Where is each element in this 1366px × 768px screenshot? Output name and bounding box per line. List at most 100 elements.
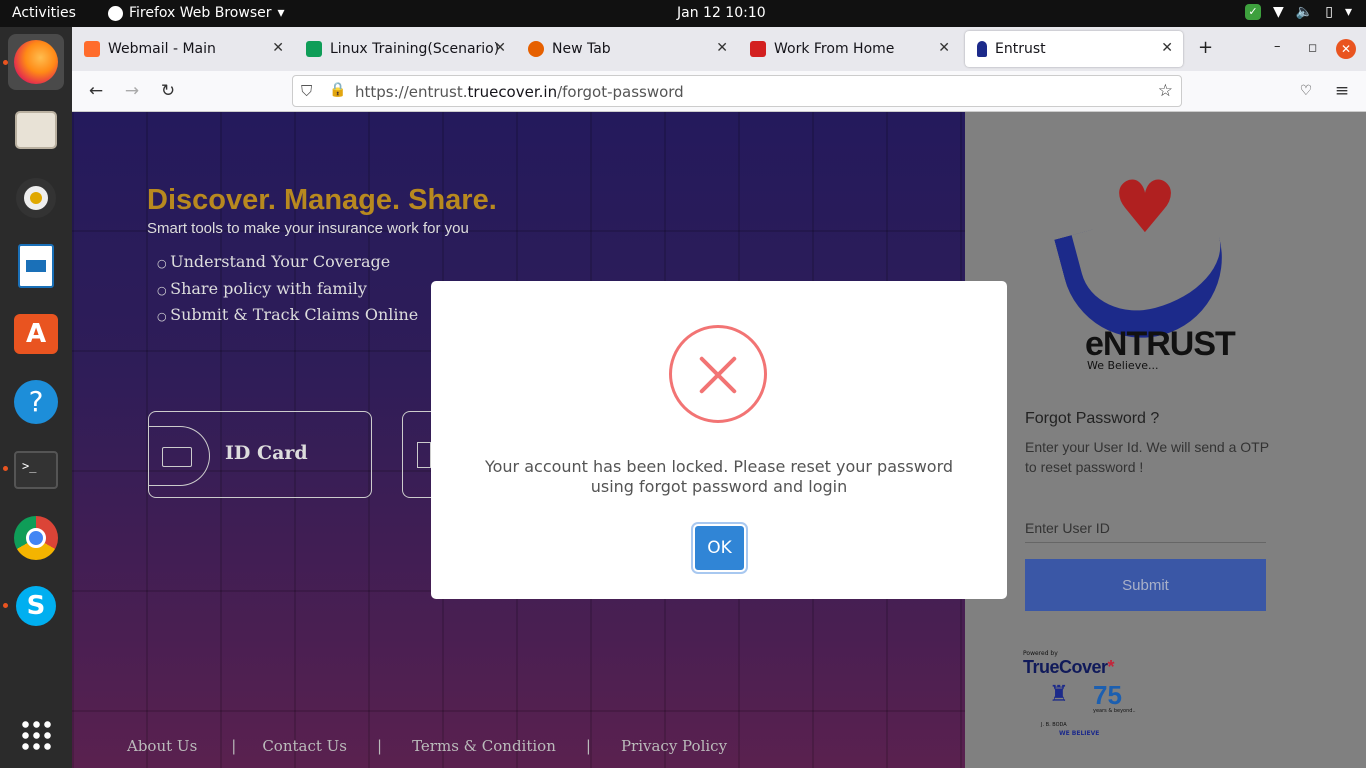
- update-shield-icon[interactable]: ✓: [1245, 4, 1262, 20]
- show-applications-button[interactable]: [8, 707, 64, 763]
- footer-links: About Us | Contact Us | Terms & Conditio…: [127, 737, 727, 755]
- tab-bar: Webmail - Main ✕ Linux Training(Scenario…: [72, 27, 1366, 71]
- contact-us-link[interactable]: Contact Us: [262, 737, 347, 755]
- dock-writer[interactable]: [8, 238, 64, 294]
- dock-skype[interactable]: S: [8, 578, 64, 634]
- id-card-icon: [148, 426, 210, 486]
- reload-button[interactable]: ↻: [156, 79, 180, 103]
- app-menu[interactable]: Firefox Web Browser ▾: [108, 5, 285, 21]
- forgot-password-panel: ♥ eNTRUST We Believe... Forgot Password …: [965, 112, 1366, 768]
- alert-message: Your account has been locked. Please res…: [484, 457, 954, 496]
- dock-rhythmbox[interactable]: [8, 170, 64, 226]
- maximize-button[interactable]: ◻: [1308, 41, 1317, 54]
- web-page: Discover. Manage. Share. Smart tools to …: [72, 112, 1366, 768]
- emblem-icon: ♜: [1049, 682, 1069, 707]
- dock-software[interactable]: A: [8, 306, 64, 362]
- activities-button[interactable]: Activities: [12, 5, 76, 21]
- clock[interactable]: Jan 12 10:10: [677, 5, 766, 21]
- lock-icon[interactable]: 🔒: [329, 82, 346, 98]
- navigation-toolbar: ← → ↻ ⛉ 🔒 https://entrust.truecover.in/f…: [72, 71, 1366, 112]
- list-item: Submit & Track Claims Online: [157, 305, 418, 332]
- tracking-shield-icon[interactable]: ⛉: [301, 82, 312, 100]
- dock-terminal[interactable]: >_: [8, 442, 64, 498]
- dock-files[interactable]: [8, 102, 64, 158]
- dock-firefox[interactable]: [8, 34, 64, 90]
- tab-label: New Tab: [552, 41, 611, 57]
- tab-work-from-home[interactable]: Work From Home ✕: [738, 31, 960, 67]
- entrust-logo: ♥ eNTRUST We Believe...: [1054, 165, 1240, 372]
- powered-by-label: Powered by: [1023, 650, 1058, 657]
- folder-icon: [15, 111, 57, 149]
- firefox-icon: [528, 41, 544, 57]
- tab-webmail[interactable]: Webmail - Main ✕: [72, 31, 294, 67]
- firefox-icon: [14, 40, 58, 84]
- entrust-icon: [977, 41, 987, 57]
- tab-label: Webmail - Main: [108, 41, 216, 57]
- grid-icon: [417, 442, 431, 468]
- card-label: ID Card: [225, 442, 308, 464]
- feature-list: Understand Your Coverage Share policy wi…: [157, 252, 418, 332]
- list-item: Share policy with family: [157, 279, 418, 306]
- pocket-icon[interactable]: ♡: [1294, 79, 1318, 103]
- close-icon[interactable]: ✕: [272, 40, 284, 56]
- close-icon[interactable]: ✕: [938, 40, 950, 56]
- firefox-icon: [108, 5, 123, 21]
- shopping-bag-icon: A: [14, 314, 58, 354]
- list-item: Understand Your Coverage: [157, 252, 418, 279]
- ns-icon: [750, 41, 766, 57]
- jb-boda-logo: ♜ J. B. BODA: [1041, 682, 1077, 728]
- url-text[interactable]: https://entrust.truecover.in/forgot-pass…: [355, 83, 684, 101]
- years-subtitle: years & beyond..: [1093, 708, 1136, 714]
- dock: A ? >_ S: [0, 27, 72, 768]
- truecover-name: TrueCover*: [1023, 657, 1115, 677]
- help-icon: ?: [14, 380, 58, 424]
- chevron-down-icon: ▾: [277, 5, 285, 21]
- menu-icon[interactable]: ≡: [1330, 79, 1354, 103]
- heart-icon: ♥: [1112, 165, 1178, 249]
- app-name: Firefox Web Browser: [129, 5, 272, 21]
- system-top-bar: Activities Firefox Web Browser ▾ Jan 12 …: [0, 0, 1366, 27]
- url-bar[interactable]: ⛉ 🔒 https://entrust.truecover.in/forgot-…: [292, 75, 1182, 107]
- tab-new-tab[interactable]: New Tab ✕: [516, 31, 738, 67]
- speaker-icon: [16, 178, 56, 218]
- tab-linux-training[interactable]: Linux Training(Scenario) ✕: [294, 31, 516, 67]
- tab-label: Entrust: [995, 41, 1046, 57]
- minimize-button[interactable]: –: [1274, 39, 1281, 54]
- error-x-icon: [669, 325, 767, 423]
- about-us-link[interactable]: About Us: [127, 737, 197, 755]
- seventy-five-badge: 75 years & beyond..: [1093, 682, 1136, 728]
- logo-tagline: We Believe...: [1087, 359, 1159, 372]
- firefox-window: Webmail - Main ✕ Linux Training(Scenario…: [72, 27, 1366, 768]
- we-believe-label: WE BELIEVE: [1059, 730, 1100, 737]
- close-icon[interactable]: ✕: [1161, 40, 1173, 56]
- cpanel-icon: [84, 41, 100, 57]
- chrome-icon: [14, 516, 58, 560]
- hero-headline: Discover. Manage. Share.: [147, 184, 497, 216]
- forgot-password-title: Forgot Password ?: [1025, 410, 1160, 427]
- terms-link[interactable]: Terms & Condition: [412, 737, 556, 755]
- back-button[interactable]: ←: [84, 79, 108, 103]
- new-tab-button[interactable]: +: [1198, 37, 1213, 58]
- wifi-icon: ▼: [1273, 4, 1284, 20]
- truecover-logo: Powered by TrueCover* ♜ J. B. BODA 75 ye…: [1023, 650, 1143, 737]
- ok-button[interactable]: OK: [691, 522, 748, 574]
- battery-icon: ▯: [1325, 4, 1333, 20]
- close-icon[interactable]: ✕: [716, 40, 728, 56]
- window-close-button[interactable]: ✕: [1336, 39, 1356, 59]
- dock-help[interactable]: ?: [8, 374, 64, 430]
- separator: |: [585, 737, 591, 755]
- tab-entrust[interactable]: Entrust ✕: [965, 31, 1183, 67]
- user-id-input[interactable]: [1025, 507, 1266, 543]
- tab-label: Work From Home: [774, 41, 895, 57]
- id-card-tile[interactable]: ID Card: [148, 411, 372, 498]
- dock-chrome[interactable]: [8, 510, 64, 566]
- forward-button[interactable]: →: [120, 79, 144, 103]
- terminal-icon: >_: [14, 451, 58, 489]
- close-icon[interactable]: ✕: [494, 40, 506, 56]
- submit-button[interactable]: Submit: [1025, 559, 1266, 611]
- privacy-policy-link[interactable]: Privacy Policy: [621, 737, 727, 755]
- bookmark-star-icon[interactable]: ☆: [1158, 81, 1173, 101]
- forgot-password-description: Enter your User Id. We will send a OTP t…: [1025, 439, 1269, 475]
- system-tray[interactable]: ✓ ▼ 🔈 ▯ ▾: [1245, 4, 1352, 20]
- separator: |: [231, 737, 237, 755]
